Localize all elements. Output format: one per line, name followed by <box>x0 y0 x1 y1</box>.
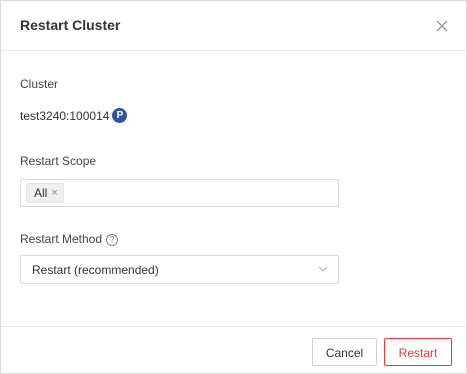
cluster-value: test3240:100014 <box>20 108 110 123</box>
chevron-down-icon <box>318 266 328 272</box>
restart-scope-label: Restart Scope <box>20 154 97 168</box>
close-icon[interactable] <box>433 17 451 35</box>
dialog-footer: Cancel Restart <box>1 326 466 374</box>
cluster-type-badge: P <box>112 108 128 123</box>
dialog-title: Restart Cluster <box>20 17 121 33</box>
restart-button[interactable]: Restart <box>384 338 452 366</box>
tag-remove-icon[interactable]: × <box>51 184 57 202</box>
restart-cluster-dialog: Restart Cluster Cluster test3240:100014 … <box>0 0 467 374</box>
cancel-button[interactable]: Cancel <box>312 338 377 366</box>
dialog-header: Restart Cluster <box>1 1 466 51</box>
restart-method-value: Restart (recommended) <box>32 263 159 277</box>
cluster-value-row: test3240:100014 P <box>20 108 128 123</box>
restart-method-select[interactable]: Restart (recommended) <box>20 255 339 284</box>
cluster-label: Cluster <box>20 77 59 91</box>
question-circle-icon[interactable]: ? <box>106 234 119 246</box>
restart-method-label-row: Restart Method? <box>20 232 119 246</box>
scope-tag-all: All × <box>26 183 64 203</box>
restart-scope-select[interactable]: All × <box>20 179 339 207</box>
restart-method-label: Restart Method <box>20 232 103 246</box>
scope-tag-label: All <box>34 186 48 200</box>
